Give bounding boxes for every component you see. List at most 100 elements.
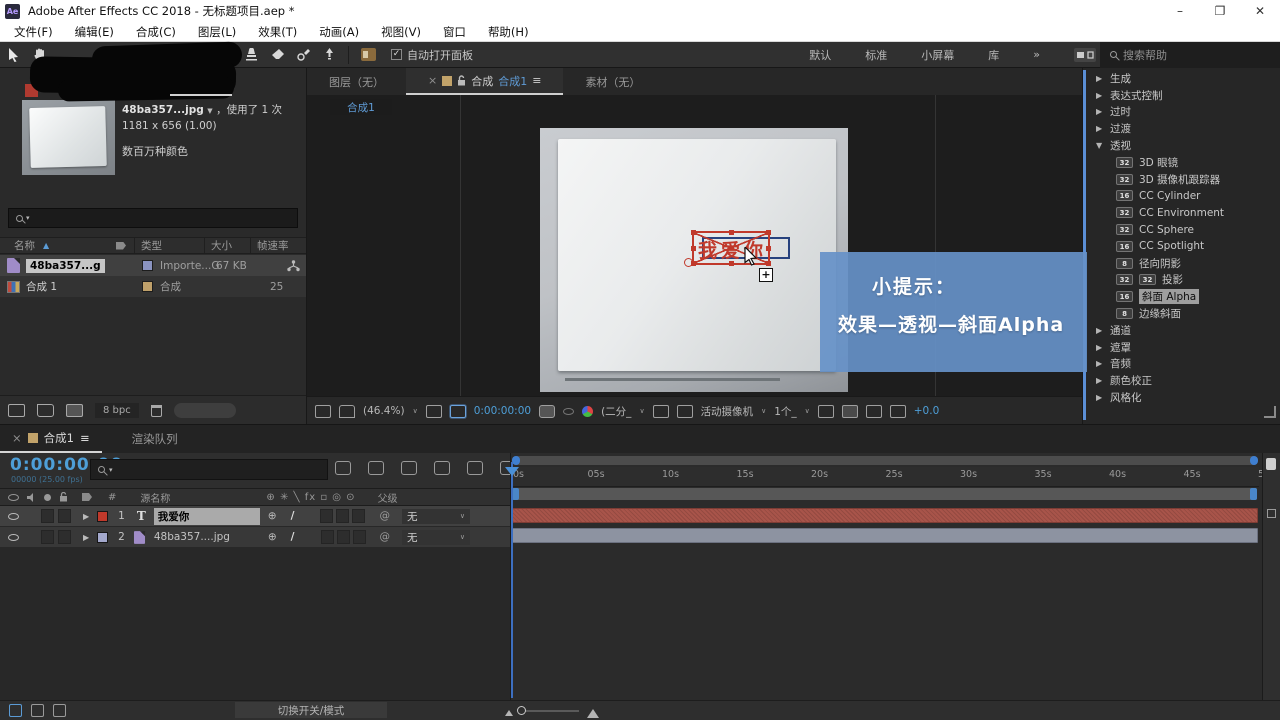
work-area-end-handle[interactable] [1250,488,1257,500]
close-button[interactable]: ✕ [1240,0,1280,22]
layer-row-image[interactable]: ▶ 2 48ba357....jpg ⊕ / @ 无∨ [0,527,510,547]
tab-composition-active[interactable]: × 合成 合成1 ≡ [406,68,563,95]
panel-resize-grip-icon[interactable] [1264,406,1276,418]
nav-handle-left[interactable] [512,456,520,465]
fx-group-stylize[interactable]: ▶风格化 [1086,389,1280,406]
layer-visibility-eye-icon[interactable] [8,534,19,541]
tab-menu-icon[interactable]: ≡ [532,74,541,87]
flowchart-icon[interactable] [866,405,882,418]
fx-item-cc-environment[interactable]: 32CC Environment [1086,204,1280,221]
label-color-swatch[interactable] [142,281,153,292]
nav-handle-right[interactable] [1250,456,1258,465]
layer-name[interactable]: 48ba357....jpg [154,531,260,543]
minimize-button[interactable]: – [1160,0,1200,22]
pixel-aspect-icon[interactable] [818,405,834,418]
fx-item-3d-camera-tracker[interactable]: 323D 摄像机跟踪器 [1086,171,1280,188]
workspace-standard[interactable]: 标准 [865,47,887,63]
footage-interpret-icon[interactable] [8,404,25,417]
expand-layers-icon[interactable] [9,704,22,717]
fx-item-radial-shadow[interactable]: 8径向阴影 [1086,255,1280,272]
fx-group-expression-controls[interactable]: ▶表达式控制 [1086,87,1280,104]
shy-layers-icon[interactable] [401,461,417,475]
bit-depth-button[interactable]: 8 bpc [95,403,139,418]
eraser-tool-icon[interactable] [264,44,290,66]
new-composition-icon[interactable] [66,404,83,417]
search-options-caret-icon[interactable]: ▾ [109,466,113,474]
toggle-switches-modes-button[interactable]: 切换开关/模式 [235,702,387,718]
chevron-down-icon[interactable]: ∨ [805,407,810,415]
layer-visibility-eye-icon[interactable] [8,513,19,520]
project-row-footage[interactable]: 48ba357...g Importe...G 67 KB [0,255,306,276]
project-row-comp[interactable]: 合成 1 合成 25 [0,276,306,297]
column-size[interactable]: 大小 [204,238,250,253]
blend-slash-icon[interactable]: / [291,531,295,543]
fx-group-channel[interactable]: ▶通道 [1086,322,1280,339]
active-camera-value[interactable]: 活动摄像机 [701,404,754,419]
workspace-overflow-chevron[interactable]: » [1033,48,1040,61]
menu-animation[interactable]: 动画(A) [319,24,359,40]
composition-mini-flowchart-icon[interactable] [335,461,351,475]
menu-view[interactable]: 视图(V) [381,24,421,40]
anchor-point-icon[interactable] [684,258,693,267]
source-name-column[interactable]: 源名称 [140,490,170,505]
parent-pickwhip-icon[interactable]: @ [379,510,390,522]
parent-pickwhip-icon[interactable]: @ [380,531,391,543]
column-name[interactable]: 名称 [14,238,35,253]
sort-arrow-icon[interactable]: ▲ [43,241,49,250]
timeline-tab-render-queue[interactable]: 渲染队列 [102,431,208,447]
search-options-caret-icon[interactable]: ▾ [26,214,30,222]
label-column-icon[interactable] [116,242,126,250]
fx-item-bevel-edges[interactable]: 8边缘斜面 [1086,305,1280,322]
fx-item-cc-cylinder[interactable]: 16CC Cylinder [1086,188,1280,205]
footage-caret-icon[interactable]: ▼ [207,107,212,115]
reset-exposure-icon[interactable] [890,405,906,418]
project-row-name[interactable]: 合成 1 [26,279,134,294]
solo-toggle-box[interactable] [58,530,71,544]
grid-guides-icon[interactable] [426,405,442,418]
work-area-start-handle[interactable] [512,488,519,500]
layer-name-selected[interactable]: 我爱你 [154,508,260,525]
workspace-default[interactable]: 默认 [809,47,831,63]
parent-dropdown[interactable]: 无∨ [402,509,470,524]
view-layout-value[interactable]: 1个_ [774,404,796,419]
motion-blur-toggle-icon[interactable] [53,704,66,717]
layer-duration-bar-image[interactable] [512,528,1258,543]
fx-group-color-correction[interactable]: ▶颜色校正 [1086,372,1280,389]
menu-layer[interactable]: 图层(L) [198,24,236,40]
region-of-interest-icon[interactable] [450,405,466,418]
menu-file[interactable]: 文件(F) [14,24,53,40]
solo-toggle-box[interactable] [58,509,71,523]
panel-divider[interactable] [0,424,1280,425]
layer-label-swatch[interactable] [97,511,108,522]
frame-blend-toggle-icon[interactable] [31,704,44,717]
selection-tool-icon[interactable] [0,44,26,66]
zoom-out-icon[interactable] [505,706,513,716]
timeline-tab-comp[interactable]: × 合成1 ≡ [0,425,102,453]
transparency-grid-icon[interactable] [677,405,693,418]
menu-window[interactable]: 窗口 [443,24,466,40]
fx-item-3d-glasses[interactable]: 323D 眼镜 [1086,154,1280,171]
delete-trash-icon[interactable] [151,405,162,417]
fx-group-obsolete[interactable]: ▶过时 [1086,104,1280,121]
menu-effect[interactable]: 效果(T) [258,24,297,40]
tab-close-icon[interactable]: × [428,74,437,87]
workspace-libraries[interactable]: 库 [988,47,999,63]
tab-layer[interactable]: 图层（无） [307,74,406,90]
layer-expander-icon[interactable]: ▶ [83,512,89,521]
fx-item-cc-sphere[interactable]: 32CC Sphere [1086,221,1280,238]
fx-group-transition[interactable]: ▶过渡 [1086,120,1280,137]
parent-dropdown[interactable]: 无∨ [402,530,470,545]
menu-help[interactable]: 帮助(H) [488,24,529,40]
motion-blur-icon[interactable] [467,461,483,475]
column-type[interactable]: 类型 [134,238,204,253]
unlock-icon[interactable] [457,75,466,86]
tab-close-icon[interactable]: × [12,431,22,445]
layer-expander-icon[interactable]: ▶ [83,533,89,542]
tab-menu-icon[interactable]: ≡ [80,431,90,445]
tab-footage[interactable]: 素材（无） [563,74,662,90]
roto-brush-tool-icon[interactable] [290,44,316,66]
show-snapshot-eye-icon[interactable] [563,408,574,415]
playhead-line[interactable] [511,462,513,698]
layer-row-text[interactable]: ▶ 1 T 我爱你 ⊕ / @ 无∨ [0,506,510,526]
layer-duration-bar-text[interactable] [512,508,1258,523]
